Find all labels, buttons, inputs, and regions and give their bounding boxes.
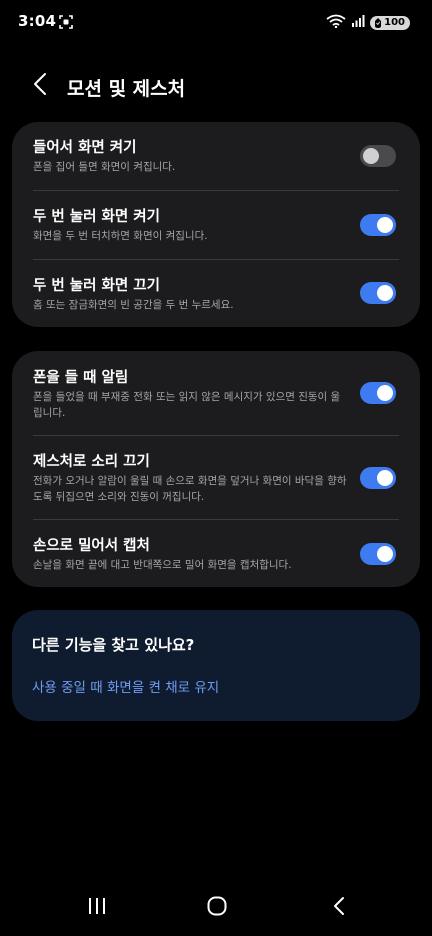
suggestions-title: 다른 기능을 찾고 있나요?	[32, 636, 195, 654]
status-bar: 3:04 100	[0, 0, 432, 44]
recent-apps-button[interactable]	[82, 896, 112, 920]
chevron-left-icon	[33, 72, 47, 100]
status-icons: 100	[326, 13, 410, 32]
easy-mute-toggle[interactable]	[360, 466, 396, 489]
screen-recording-icon	[59, 14, 73, 29]
back-button[interactable]	[26, 71, 54, 101]
battery-icon	[374, 17, 382, 28]
battery-level: 100	[384, 16, 405, 28]
toggle-knob	[377, 469, 393, 486]
setting-title: 손으로 밀어서 캡처	[33, 538, 150, 554]
setting-lift-to-wake[interactable]: 들어서 화면 켜기 폰을 집어 들면 화면이 켜집니다.	[12, 122, 420, 190]
page-title: 모션 및 제스처	[67, 78, 186, 100]
setting-title: 두 번 눌러 화면 켜기	[33, 209, 160, 225]
setting-title: 제스처로 소리 끄기	[33, 454, 150, 470]
setting-title: 두 번 눌러 화면 끄기	[33, 278, 160, 294]
toggle-knob	[377, 217, 393, 233]
setting-description: 폰을 집어 들면 화면이 켜집니다.	[33, 161, 176, 173]
setting-double-tap-on[interactable]: 두 번 눌러 화면 켜기 화면을 두 번 터치하면 화면이 켜집니다.	[12, 191, 420, 259]
toggle-knob	[363, 148, 379, 164]
setting-title: 들어서 화면 켜기	[33, 140, 137, 156]
navigation-bar	[0, 888, 432, 928]
smart-alert-toggle[interactable]	[360, 382, 396, 404]
lift-to-wake-toggle[interactable]	[360, 145, 396, 167]
toggle-knob	[377, 385, 393, 401]
settings-card-gestures: 폰을 들 때 알림 폰을 들었을 때 부재중 전화 또는 읽지 않은 메시지가 …	[12, 351, 420, 587]
setting-double-tap-off[interactable]: 두 번 눌러 화면 끄기 홈 또는 잠금화면의 빈 공간을 두 번 누르세요.	[12, 260, 420, 326]
setting-description: 화면을 두 번 터치하면 화면이 켜집니다.	[33, 230, 208, 242]
toggle-knob	[377, 545, 393, 562]
setting-description: 홈 또는 잠금화면의 빈 공간을 두 번 누르세요.	[33, 299, 234, 311]
setting-description: 손날을 화면 끝에 대고 반대쪽으로 밀어 화면을 캡처합니다.	[33, 559, 292, 571]
setting-title: 폰을 들 때 알림	[33, 370, 129, 386]
nav-back-button[interactable]	[324, 896, 354, 920]
toggle-knob	[377, 285, 393, 301]
home-button[interactable]	[202, 896, 232, 920]
recent-apps-icon	[87, 897, 107, 919]
battery-indicator: 100	[370, 15, 410, 30]
home-icon	[206, 895, 228, 921]
wifi-icon	[326, 13, 346, 32]
signal-icon	[351, 13, 365, 32]
double-tap-off-toggle[interactable]	[360, 282, 396, 304]
back-icon	[332, 896, 346, 920]
app-header: 모션 및 제스처	[0, 66, 432, 106]
suggestions-card: 다른 기능을 찾고 있나요? 사용 중일 때 화면을 켠 채로 유지	[12, 610, 420, 721]
status-time: 3:04	[18, 12, 57, 30]
setting-smart-alert[interactable]: 폰을 들 때 알림 폰을 들었을 때 부재중 전화 또는 읽지 않은 메시지가 …	[12, 351, 420, 435]
setting-description: 전화가 오거나 알람이 울릴 때 손으로 화면을 덮거나 화면이 바닥을 향하도…	[33, 475, 347, 503]
palm-swipe-capture-toggle[interactable]	[360, 542, 396, 565]
setting-palm-swipe-capture[interactable]: 손으로 밀어서 캡처 손날을 화면 끝에 대고 반대쪽으로 밀어 화면을 캡처합…	[12, 520, 420, 587]
double-tap-on-toggle[interactable]	[360, 214, 396, 236]
suggestion-link[interactable]: 사용 중일 때 화면을 켠 채로 유지	[32, 676, 219, 696]
setting-easy-mute[interactable]: 제스처로 소리 끄기 전화가 오거나 알람이 울릴 때 손으로 화면을 덮거나 …	[12, 436, 420, 519]
setting-description: 폰을 들었을 때 부재중 전화 또는 읽지 않은 메시지가 있으면 진동이 울립…	[33, 391, 341, 419]
settings-card-screen: 들어서 화면 켜기 폰을 집어 들면 화면이 켜집니다. 두 번 눌러 화면 켜…	[12, 122, 420, 327]
